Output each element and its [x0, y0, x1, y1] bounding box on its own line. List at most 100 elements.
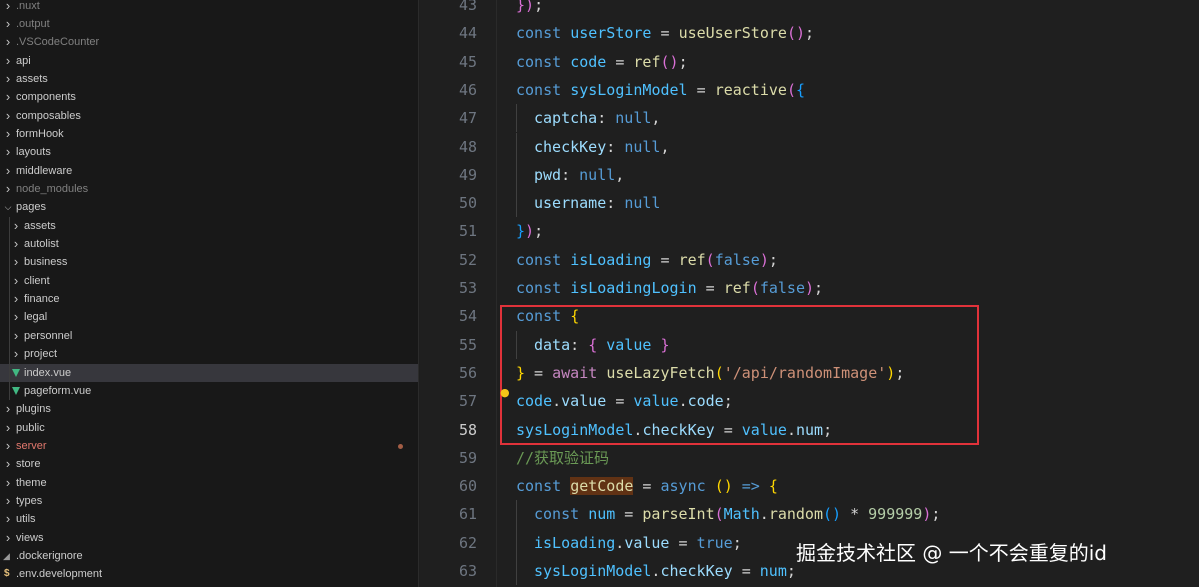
indent-guide [516, 557, 517, 586]
code-line[interactable]: 60 const getCode = async () => { [420, 472, 1199, 500]
vue-file-icon [12, 368, 20, 377]
tree-folder[interactable]: › views [0, 529, 418, 547]
tree-folder[interactable]: › api [0, 52, 418, 70]
tree-folder[interactable]: › plugins [0, 400, 418, 418]
tree-folder[interactable]: › composables [0, 107, 418, 125]
tree-folder[interactable]: › layouts [0, 143, 418, 161]
tree-folder[interactable]: › node_modules [0, 180, 418, 198]
tree-file[interactable]: pageform.vue [0, 382, 418, 400]
code-line[interactable]: 46 const sysLoginModel = reactive({ [420, 76, 1199, 104]
code-token: () [786, 24, 805, 43]
line-number: 50 [458, 194, 477, 213]
tree-item-label: layouts [16, 146, 51, 159]
tree-item-label: components [16, 91, 76, 104]
tree-item-label: theme [16, 476, 47, 489]
tree-folder[interactable]: › .output [0, 15, 418, 33]
code-token: ; [805, 24, 815, 43]
code-line[interactable]: 61 const num = parseInt(Math.random() * 9… [420, 500, 1199, 529]
tree-item-label: api [16, 54, 31, 67]
tree-folder[interactable]: › assets [0, 70, 418, 88]
tree-folder[interactable]: › autolist [0, 235, 418, 253]
chevron-right-icon: › [5, 162, 11, 178]
line-number: 58 [458, 420, 477, 439]
code-token: = [615, 505, 643, 524]
tree-file[interactable]: ◢ .dockerignore [0, 547, 418, 565]
chevron-right-icon: › [5, 34, 11, 50]
tree-folder[interactable]: › business [0, 253, 418, 271]
code-token: : [606, 194, 625, 213]
code-line[interactable]: 45 const code = ref(); [420, 48, 1199, 76]
tree-item-label: .env.development [16, 568, 103, 581]
tree-item-label: client [24, 274, 50, 287]
chevron-right-icon: › [5, 0, 11, 13]
tree-folder[interactable]: › client [0, 272, 418, 290]
chevron-right-icon: › [5, 89, 11, 105]
tree-item-label: views [16, 531, 44, 544]
chevron-right-icon: › [5, 401, 11, 417]
chevron-right-icon: › [5, 437, 11, 453]
code-line[interactable]: 50 username: null [420, 189, 1199, 218]
code-line[interactable]: 53 const isLoadingLogin = ref(false); [420, 274, 1199, 302]
tree-folder[interactable]: › public [0, 419, 418, 437]
tree-item-label: pages [16, 201, 46, 214]
tree-folder[interactable]: › types [0, 492, 418, 510]
code-line[interactable]: 43}); [420, 0, 1199, 19]
code-token: num [588, 505, 616, 524]
chevron-right-icon: › [13, 346, 19, 362]
code-token: captcha [534, 109, 598, 128]
tree-folder[interactable]: › server [0, 437, 418, 455]
code-text: pwd: null, [534, 161, 624, 189]
tree-folder[interactable]: › project [0, 345, 418, 363]
code-line[interactable]: 59 //获取验证码 [420, 444, 1199, 472]
chevron-right-icon: › [13, 291, 19, 307]
tree-item-label: autolist [24, 238, 59, 251]
code-token: num [759, 562, 787, 580]
chevron-right-icon: › [13, 272, 19, 288]
tree-file[interactable]: $ .env.development [0, 565, 418, 583]
indent-guide [516, 189, 517, 218]
tree-folder[interactable]: › utils [0, 510, 418, 528]
tree-folder[interactable]: ⌵ pages [0, 198, 418, 216]
code-line[interactable]: 49 pwd: null, [420, 160, 1199, 190]
code-text: const code = ref(); [516, 48, 688, 76]
tree-folder[interactable]: › .VSCodeCounter [0, 33, 418, 51]
tree-item-label: personnel [24, 329, 73, 342]
code-token: //获取验证码 [516, 448, 610, 467]
indent-guide [516, 528, 517, 557]
tree-folder[interactable]: › formHook [0, 125, 418, 143]
code-token: ( [750, 279, 760, 297]
code-token: , [660, 137, 670, 156]
tree-folder[interactable]: › middleware [0, 162, 418, 180]
line-number: 59 [458, 448, 477, 467]
code-token: } [516, 222, 526, 241]
code-token: = [606, 52, 634, 71]
line-number: 62 [458, 533, 477, 552]
code-token: ; [534, 222, 544, 241]
tree-folder[interactable]: › .nuxt [0, 0, 418, 15]
code-line[interactable]: 47 captcha: null, [420, 104, 1199, 133]
code-line[interactable]: 51}); [420, 217, 1199, 245]
line-number: 60 [458, 477, 477, 496]
tree-folder[interactable]: › store [0, 455, 418, 473]
code-line[interactable]: 48 checkKey: null, [420, 132, 1199, 161]
tree-folder[interactable]: › finance [0, 290, 418, 308]
docker-file-icon: ◢ [3, 551, 10, 561]
env-file-icon: $ [4, 568, 10, 580]
code-line[interactable]: 52 const isLoading = ref(false); [420, 246, 1199, 274]
tree-folder[interactable]: › theme [0, 474, 418, 492]
chevron-right-icon: › [5, 511, 11, 527]
tree-folder[interactable]: › components [0, 88, 418, 106]
tree-folder[interactable]: › assets [0, 217, 418, 235]
code-token: async [660, 477, 706, 496]
code-line[interactable]: 44 const userStore = useUserStore(); [420, 19, 1199, 47]
lightbulb-icon[interactable]: ● [500, 386, 510, 399]
tree-folder[interactable]: › legal [0, 308, 418, 326]
tree-folder[interactable]: › personnel [0, 327, 418, 345]
code-editor[interactable]: 43}); 44 const userStore = useUserStore();… [420, 0, 1199, 587]
code-token: 999999 [868, 505, 923, 524]
tree-file[interactable]: index.vue [0, 363, 418, 382]
tree-item-label: node_modules [16, 183, 89, 195]
line-number: 57 [458, 392, 477, 411]
